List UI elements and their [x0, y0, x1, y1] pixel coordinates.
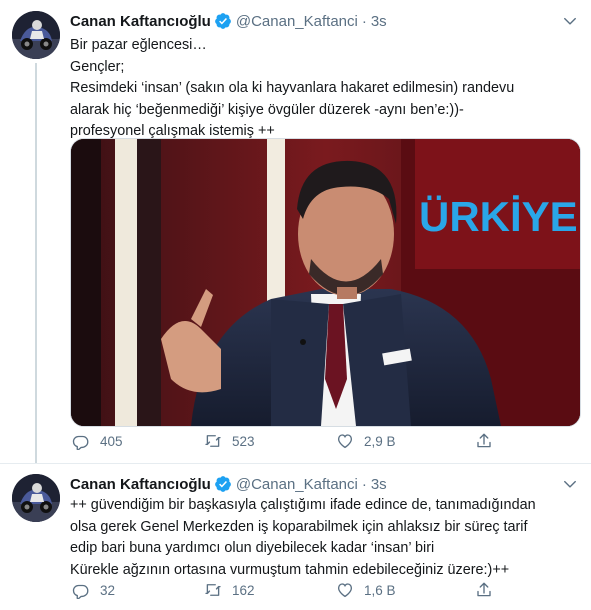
- timestamp[interactable]: 3s: [371, 476, 387, 493]
- tweet-2[interactable]: Canan Kaftancıoğlu @Canan_Kaftanci · 3s …: [0, 464, 591, 610]
- timestamp[interactable]: 3s: [371, 13, 387, 30]
- tweet-header: Canan Kaftancıoğlu @Canan_Kaftanci · 3s: [70, 10, 551, 32]
- reply-count: 32: [100, 582, 116, 598]
- tweet-text: ++ güvendiğim bir başkasıyla çalıştığımı…: [70, 495, 580, 581]
- tweet-actions: 32 162 1,6 B: [70, 581, 510, 601]
- like-button[interactable]: 1,6 B: [336, 581, 396, 599]
- author-name[interactable]: Canan Kaftancıoğlu: [70, 476, 211, 493]
- like-icon: [337, 583, 353, 598]
- tweet-text-line: Kürekle ağzının ortasına vurmuştum tahmi…: [70, 561, 510, 578]
- retweet-icon: [205, 435, 221, 447]
- tweet-text-line: Resimdeki ‘insan’ (sakın ola ki hayvanla…: [70, 80, 515, 97]
- like-icon: [337, 434, 353, 449]
- like-button[interactable]: 2,9 B: [336, 432, 396, 450]
- avatar[interactable]: [12, 11, 60, 59]
- retweet-icon: [205, 584, 221, 596]
- like-count: 1,6 B: [364, 582, 396, 598]
- tweet-actions: 405 523 2,9 B: [70, 432, 510, 452]
- photo-text: ÜRKİYE: [419, 193, 578, 240]
- tweet-header: Canan Kaftancıoğlu @Canan_Kaftanci · 3s: [70, 473, 551, 495]
- reply-icon: [72, 435, 89, 450]
- share-button[interactable]: [475, 581, 503, 599]
- share-icon: [477, 433, 491, 448]
- chevron-down-icon[interactable]: [563, 14, 577, 28]
- tweet-text: Bir pazar eğlencesi… Gençler; Resimdeki …: [70, 35, 580, 143]
- verified-badge-icon: [214, 476, 231, 492]
- like-count: 2,9 B: [364, 433, 396, 449]
- retweet-button[interactable]: 523: [204, 432, 255, 450]
- verified-badge-icon: [214, 13, 231, 29]
- reply-button[interactable]: 405: [72, 432, 123, 450]
- author-handle[interactable]: @Canan_Kaftanci: [236, 13, 358, 30]
- tweet-text-line: Gençler;: [70, 58, 125, 75]
- separator-dot: ·: [361, 12, 367, 30]
- author-name[interactable]: Canan Kaftancıoğlu: [70, 13, 211, 30]
- reply-button[interactable]: 32: [72, 581, 115, 599]
- thread-line: [35, 63, 37, 463]
- tweet-text-line: ++ güvendiğim bir başkasıyla çalıştığımı…: [70, 497, 536, 513]
- retweet-count: 523: [232, 433, 255, 449]
- separator-dot: ·: [361, 475, 367, 493]
- chevron-down-icon[interactable]: [563, 477, 577, 491]
- tweet-1[interactable]: Canan Kaftancıoğlu @Canan_Kaftanci · 3s …: [0, 0, 591, 464]
- avatar[interactable]: [12, 474, 60, 522]
- tweet-text-line: olsa gerek Genel Merkezden iş koparabilm…: [70, 518, 528, 535]
- retweet-count: 162: [232, 582, 255, 598]
- reply-count: 405: [100, 433, 123, 449]
- retweet-button[interactable]: 162: [204, 581, 255, 599]
- tweet-text-line: Bir pazar eğlencesi…: [70, 37, 207, 53]
- reply-icon: [72, 584, 89, 599]
- author-handle[interactable]: @Canan_Kaftanci: [236, 476, 358, 493]
- share-icon: [477, 582, 491, 597]
- tweet-text-line: edip bari buna yardımcı olun diyebilecek…: [70, 540, 435, 557]
- tweet-text-line: alarak hiç ‘beğenmediği’ kişiye övgüler …: [70, 101, 464, 118]
- share-button[interactable]: [475, 432, 503, 450]
- tweet-photo[interactable]: ÜRKİYE: [70, 138, 581, 427]
